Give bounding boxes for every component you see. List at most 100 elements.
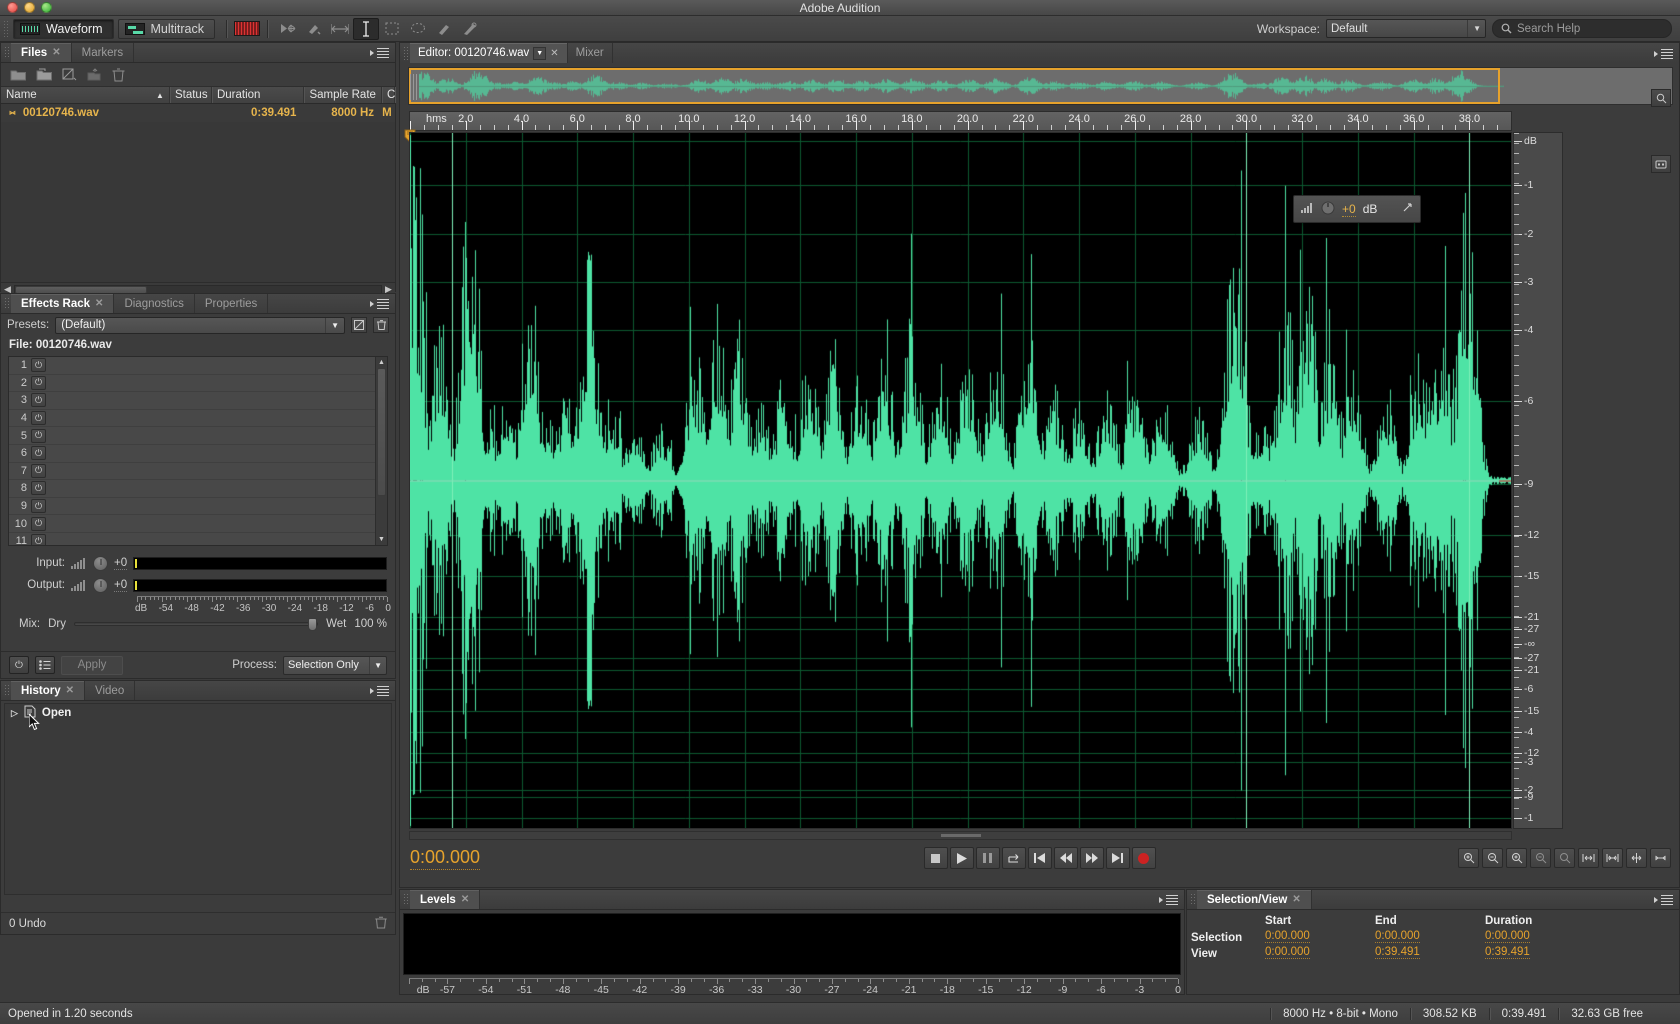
effects-list-view-button[interactable] xyxy=(35,656,55,674)
power-icon[interactable]: ⏻ xyxy=(31,375,46,390)
record-button[interactable] xyxy=(1131,847,1156,869)
workspace-select[interactable]: Default ▼ xyxy=(1326,19,1486,38)
power-icon[interactable]: ⏻ xyxy=(31,446,46,461)
tab-markers[interactable]: Markers xyxy=(72,43,135,62)
play-button[interactable] xyxy=(949,847,974,869)
navigator-zoom-button[interactable] xyxy=(1651,89,1671,107)
skip-to-end-button[interactable] xyxy=(1105,847,1130,869)
amplitude-db-ruler[interactable]: dB -1 -2 -3 -4 -6 -9 -12 -15 -21 -27 -∞ -27 -21 -15 -12… xyxy=(1513,132,1563,829)
scrollbar-thumb[interactable] xyxy=(377,368,386,496)
spot-healing-tool-icon[interactable] xyxy=(457,18,483,40)
gain-value[interactable]: +0 xyxy=(1342,202,1356,217)
spot-healing-brush-tool-icon[interactable] xyxy=(301,18,327,40)
time-selection-tool-icon[interactable] xyxy=(352,17,379,40)
list-item[interactable]: 10 ⏻ ▶ xyxy=(9,515,387,533)
search-help-input[interactable]: Search Help xyxy=(1492,19,1672,38)
panel-grip[interactable] xyxy=(4,684,9,697)
waveform-navigator[interactable] xyxy=(408,67,1673,105)
output-gain-value[interactable]: +0 xyxy=(114,579,128,592)
paintbrush-selection-tool-icon[interactable] xyxy=(431,18,457,40)
zoom-in-time-button[interactable] xyxy=(1506,848,1527,868)
gain-control-popup[interactable]: +0 dB xyxy=(1293,195,1421,223)
close-icon[interactable]: ✕ xyxy=(95,298,103,309)
power-icon[interactable]: ⏻ xyxy=(31,411,46,426)
table-row[interactable]: ⑅ 00120746.wav 0:39.491 8000 Hz M xyxy=(1,104,395,122)
navigator-selection-range[interactable] xyxy=(409,68,1500,104)
apply-button[interactable]: Apply xyxy=(61,655,123,675)
tab-files[interactable]: Files ✕ xyxy=(11,43,72,62)
delete-file-icon[interactable] xyxy=(112,68,125,82)
delete-preset-button[interactable] xyxy=(373,317,389,333)
pause-button[interactable] xyxy=(975,847,1000,869)
selection-start-value[interactable]: 0:00.000 xyxy=(1265,930,1310,943)
selection-view-panel-menu[interactable] xyxy=(1654,890,1679,909)
tab-properties[interactable]: Properties xyxy=(195,294,269,313)
tab-history[interactable]: History ✕ xyxy=(11,681,86,700)
power-icon[interactable]: ⏻ xyxy=(31,481,46,496)
toolbar-grip[interactable] xyxy=(3,19,9,38)
power-icon[interactable]: ⏻ xyxy=(31,516,46,531)
zoom-full-button[interactable] xyxy=(1554,848,1575,868)
selection-end-value[interactable]: 0:00.000 xyxy=(1375,930,1420,943)
input-gain-knob[interactable] xyxy=(93,555,108,571)
close-icon[interactable]: ✕ xyxy=(66,685,74,696)
power-icon[interactable]: ⏻ xyxy=(31,358,46,373)
panel-grip[interactable] xyxy=(403,46,408,60)
panel-grip[interactable] xyxy=(4,297,9,310)
close-icon[interactable]: ✕ xyxy=(461,894,469,905)
close-icon[interactable]: ✕ xyxy=(52,47,60,58)
record-level-meter-icon[interactable] xyxy=(233,21,260,36)
selection-duration-value[interactable]: 0:00.000 xyxy=(1485,930,1530,943)
tab-mixer[interactable]: Mixer xyxy=(568,43,613,63)
editor-panel-menu[interactable] xyxy=(1654,43,1679,63)
rectangular-marquee-tool-icon[interactable] xyxy=(379,18,405,40)
fast-forward-button[interactable] xyxy=(1079,847,1104,869)
mix-slider-thumb[interactable] xyxy=(308,618,318,631)
loop-button[interactable] xyxy=(1001,847,1026,869)
list-item[interactable]: 5 ⏻ ▶ xyxy=(9,427,387,445)
save-preset-button[interactable] xyxy=(351,317,367,333)
export-file-icon[interactable] xyxy=(86,68,103,81)
current-time-display[interactable]: 0:00.000 xyxy=(410,847,481,870)
mix-value[interactable]: 100 % xyxy=(354,618,387,630)
list-item[interactable]: 11 ⏻ ▶ xyxy=(9,533,387,545)
clear-history-icon[interactable] xyxy=(375,916,387,932)
power-icon[interactable]: ⏻ xyxy=(31,428,46,443)
history-panel-menu[interactable] xyxy=(370,681,395,700)
column-channels[interactable]: C xyxy=(382,87,395,103)
power-icon[interactable]: ⏻ xyxy=(31,499,46,514)
column-duration[interactable]: Duration xyxy=(212,87,305,103)
time-ruler[interactable]: hms 2.0 4.0 6.0 8.0 10.0 12.0 14.0 16.0 18.0 20.0… xyxy=(409,111,1512,131)
navigator-left-handle[interactable] xyxy=(410,74,417,100)
list-item[interactable]: 2 ⏻ ▶ xyxy=(9,375,387,393)
presets-select[interactable]: (Default) ▼ xyxy=(55,316,345,334)
tab-effects-rack[interactable]: Effects Rack ✕ xyxy=(11,294,115,313)
rewind-button[interactable] xyxy=(1053,847,1078,869)
zoom-to-selection-out-button[interactable] xyxy=(1602,848,1623,868)
list-item[interactable]: ▷ Open xyxy=(5,704,391,722)
effects-rack-panel-menu[interactable] xyxy=(370,294,395,313)
list-item[interactable]: 3 ⏻ ▶ xyxy=(9,392,387,410)
effects-slots-scrollbar[interactable]: ▲ ▼ xyxy=(375,357,387,545)
marquee-selection-tool-icon[interactable] xyxy=(327,18,353,40)
output-gain-knob[interactable] xyxy=(93,577,108,593)
tab-levels[interactable]: Levels ✕ xyxy=(410,890,481,909)
close-icon[interactable]: ✕ xyxy=(550,48,558,59)
zoom-out-time-button[interactable] xyxy=(1530,848,1551,868)
zoom-to-selection-in-button[interactable] xyxy=(1578,848,1599,868)
pin-icon[interactable] xyxy=(1402,202,1413,216)
list-item[interactable]: 9 ⏻ ▶ xyxy=(9,498,387,516)
list-item[interactable]: 6 ⏻ ▶ xyxy=(9,445,387,463)
power-icon[interactable]: ⏻ xyxy=(31,463,46,478)
lasso-selection-tool-icon[interactable] xyxy=(405,18,431,40)
list-item[interactable]: 7 ⏻ ▶ xyxy=(9,463,387,481)
power-icon[interactable]: ⏻ xyxy=(31,393,46,408)
waveform-display[interactable] xyxy=(409,132,1512,829)
view-start-value[interactable]: 0:00.000 xyxy=(1265,946,1310,959)
tab-diagnostics[interactable]: Diagnostics xyxy=(114,294,195,313)
input-gain-value[interactable]: +0 xyxy=(114,557,128,570)
tab-selection-view[interactable]: Selection/View ✕ xyxy=(1197,890,1312,909)
tab-video[interactable]: Video xyxy=(85,681,136,700)
power-all-effects-button[interactable]: ⏻ xyxy=(9,656,29,674)
panel-grip[interactable] xyxy=(1190,893,1195,906)
